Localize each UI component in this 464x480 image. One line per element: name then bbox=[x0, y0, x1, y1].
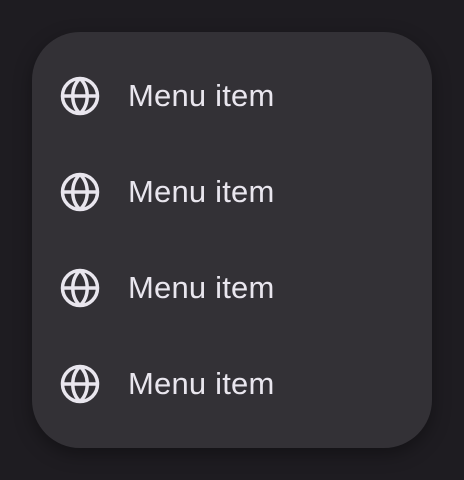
menu-item-label: Menu item bbox=[128, 270, 275, 305]
menu-item-label: Menu item bbox=[128, 366, 275, 401]
menu-item[interactable]: Menu item bbox=[32, 144, 432, 240]
menu-item[interactable]: Menu item bbox=[32, 336, 432, 432]
menu-item-label: Menu item bbox=[128, 174, 275, 209]
menu: Menu item Menu item Menu item Menu item bbox=[32, 32, 432, 448]
globe-icon bbox=[59, 363, 101, 405]
globe-icon bbox=[59, 171, 101, 213]
globe-icon bbox=[59, 267, 101, 309]
menu-item[interactable]: Menu item bbox=[32, 240, 432, 336]
globe-icon bbox=[59, 75, 101, 117]
menu-item-label: Menu item bbox=[128, 78, 275, 113]
menu-item[interactable]: Menu item bbox=[32, 48, 432, 144]
